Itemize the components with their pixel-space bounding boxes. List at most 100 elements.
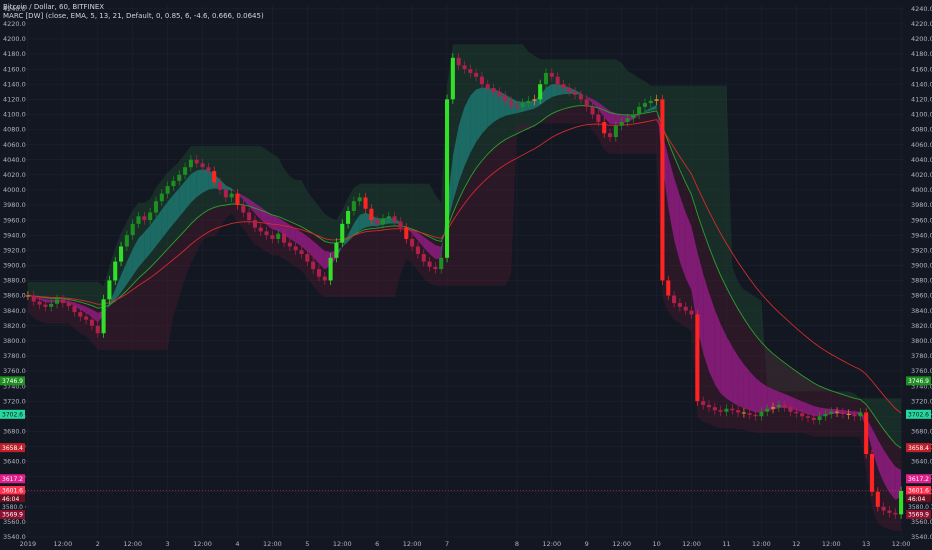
candle-body bbox=[753, 414, 758, 417]
candle-body bbox=[404, 227, 409, 239]
price-badge-label: 3658.4 bbox=[2, 445, 23, 452]
candle-body bbox=[363, 197, 368, 209]
candle-body bbox=[346, 211, 351, 224]
candle-body bbox=[380, 218, 386, 224]
candle-body bbox=[84, 316, 89, 320]
candle-body bbox=[247, 212, 252, 221]
y-tick-label-right: 3800.0 bbox=[911, 337, 932, 345]
candle-body bbox=[316, 269, 322, 277]
y-tick-label-right: 3960.0 bbox=[911, 216, 932, 224]
candle-body bbox=[287, 242, 292, 247]
y-tick-label-right: 3860.0 bbox=[911, 292, 932, 300]
x-tick-label: 3 bbox=[166, 540, 170, 548]
y-tick-label-left: 4000.0 bbox=[3, 186, 26, 194]
candle-body bbox=[43, 304, 48, 307]
candle-body bbox=[223, 189, 228, 198]
bull-fill-segment bbox=[196, 169, 203, 198]
candle-body bbox=[276, 233, 281, 239]
y-tick-label-left: 3680.0 bbox=[3, 428, 26, 436]
price-badge-label: 46:04 bbox=[2, 496, 19, 503]
candle-body bbox=[800, 413, 805, 417]
y-tick-label-left: 3780.0 bbox=[3, 352, 26, 360]
candle-body bbox=[590, 106, 595, 115]
candle-body bbox=[840, 412, 845, 414]
candle-body bbox=[136, 216, 141, 224]
y-tick-label-right: 4220.0 bbox=[911, 20, 932, 28]
candle-body bbox=[375, 220, 380, 224]
x-tick-label: 12:00 bbox=[123, 540, 142, 548]
candle-body bbox=[887, 510, 892, 513]
candle-body bbox=[212, 171, 217, 183]
price-badge-label: 3601.6 bbox=[908, 488, 929, 495]
x-tick-label: 12:00 bbox=[263, 540, 282, 548]
y-tick-label-left: 3760.0 bbox=[3, 367, 26, 375]
price-badge-label: 3617.2 bbox=[908, 476, 929, 483]
y-tick-label-right: 3820.0 bbox=[911, 322, 932, 330]
candle-body bbox=[805, 416, 810, 418]
candle-body bbox=[340, 223, 345, 243]
candle-body bbox=[677, 303, 682, 307]
candle-body bbox=[456, 57, 461, 66]
candle-body bbox=[101, 299, 106, 334]
x-tick-label: 12:00 bbox=[333, 540, 352, 548]
price-chart[interactable]: 4240.0 4240.04220.0 4220.04200.0 4200.04180… bbox=[0, 0, 932, 550]
candle-body bbox=[252, 220, 257, 228]
y-tick-label-right: 4200.0 bbox=[911, 35, 932, 43]
candle-body bbox=[672, 295, 677, 304]
candle-body bbox=[78, 312, 83, 317]
candle-body bbox=[305, 254, 310, 262]
bear-fill-segment bbox=[435, 245, 442, 260]
y-tick-label-left: 3880.0 bbox=[3, 277, 26, 285]
x-tick-label: 13 bbox=[862, 540, 870, 548]
y-tick-label-left: 3840.0 bbox=[3, 307, 26, 315]
candle-body bbox=[415, 246, 420, 255]
y-tick-label-right: 3880.0 bbox=[911, 277, 932, 285]
symbol-title: Bitcoin / Dollar, 60, BITFINEX bbox=[3, 3, 105, 11]
x-tick-label: 12:00 bbox=[752, 540, 771, 548]
y-tick-label-left: 4040.0 bbox=[3, 156, 26, 164]
candle-body bbox=[177, 174, 182, 181]
candle-body bbox=[561, 84, 566, 89]
candle-body bbox=[724, 408, 729, 412]
candle-body bbox=[159, 193, 164, 202]
candle-body bbox=[549, 72, 554, 77]
x-tick-label: 12:00 bbox=[53, 540, 72, 548]
candle-body bbox=[37, 301, 42, 305]
x-tick-label: 4 bbox=[235, 540, 239, 548]
candle-body bbox=[736, 410, 741, 413]
candle-body bbox=[282, 233, 287, 243]
candle-body bbox=[706, 404, 712, 408]
y-tick-label-right: 3640.0 bbox=[911, 458, 932, 466]
candle-body bbox=[893, 512, 898, 515]
candle-body bbox=[555, 76, 560, 85]
bear-fill-segment bbox=[726, 336, 733, 403]
y-tick-label-right: 3840.0 bbox=[911, 307, 932, 315]
candle-body bbox=[526, 100, 531, 104]
y-tick-label-right: 4000.0 bbox=[911, 186, 932, 194]
candle-body bbox=[479, 76, 485, 85]
y-tick-label-left: 3980.0 bbox=[3, 201, 26, 209]
candle-body bbox=[60, 299, 65, 304]
candle-body bbox=[567, 88, 572, 92]
candle-body bbox=[107, 280, 112, 300]
candle-body bbox=[357, 197, 362, 202]
y-tick-label-left: 4120.0 bbox=[3, 96, 26, 104]
x-tick-label: 10 bbox=[652, 540, 660, 548]
y-tick-label-left: 4180.0 bbox=[3, 50, 26, 58]
indicator-legend[interactable]: MARC [DW] (close, EMA, 5, 13, 21, Defaul… bbox=[3, 12, 264, 21]
candle-body bbox=[869, 453, 875, 492]
candle-body bbox=[66, 303, 71, 307]
candle-body bbox=[200, 163, 205, 168]
y-tick-label-right: 4100.0 bbox=[911, 111, 932, 119]
y-tick-label-left: 3820.0 bbox=[3, 322, 26, 330]
candle-body bbox=[503, 95, 508, 101]
y-tick-label-left: 4200.0 bbox=[3, 35, 26, 43]
candle-body bbox=[782, 404, 787, 408]
bull-fill-segment bbox=[476, 87, 482, 142]
candle-body bbox=[474, 72, 479, 77]
candle-body bbox=[491, 88, 496, 92]
candle-body bbox=[293, 246, 298, 251]
y-tick-label-left: 3920.0 bbox=[3, 246, 26, 254]
candle-body bbox=[351, 201, 356, 212]
candle-body bbox=[823, 413, 828, 417]
